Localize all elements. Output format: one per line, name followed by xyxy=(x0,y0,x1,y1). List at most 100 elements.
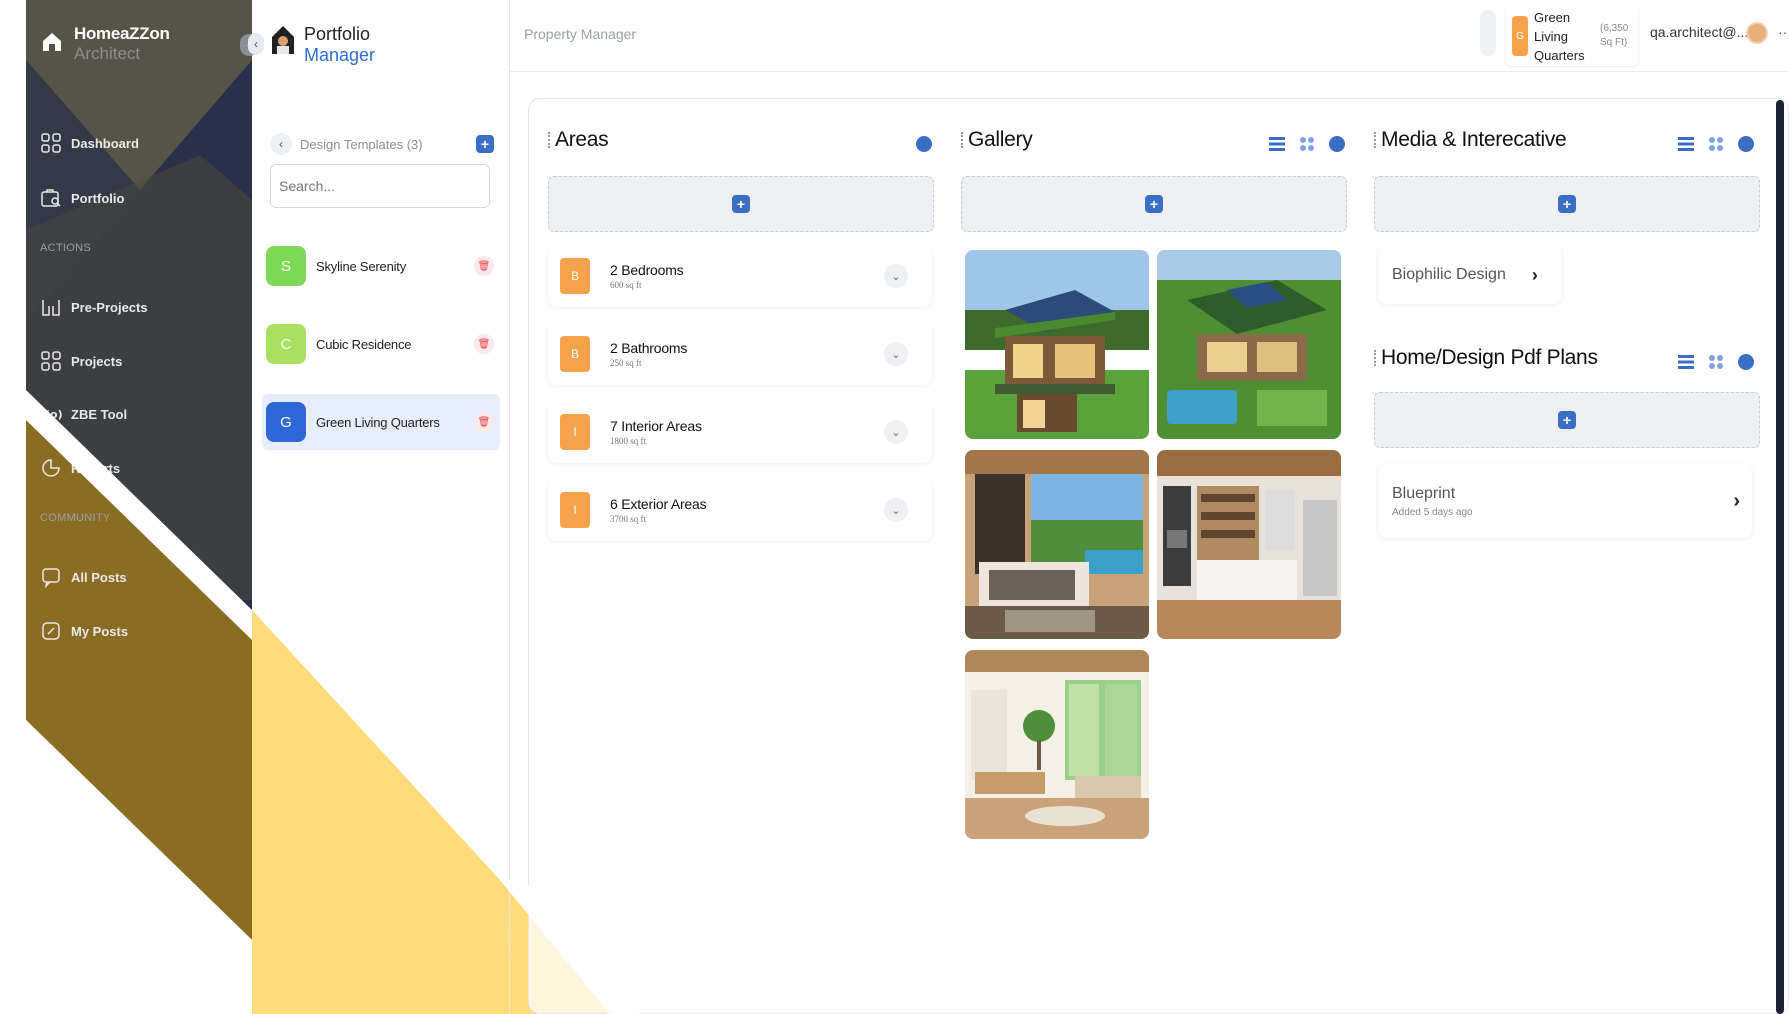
house-avatar-icon xyxy=(272,26,294,54)
plan-item-date: Added 5 days ago xyxy=(1392,506,1473,518)
chevron-down-icon[interactable]: ⌄ xyxy=(884,264,908,288)
gallery-image-living-room[interactable] xyxy=(965,650,1149,839)
delete-icon[interactable]: 🗑 xyxy=(474,256,494,276)
list-view-icon[interactable] xyxy=(1678,354,1694,370)
sidebar-item-all-posts[interactable]: All Posts xyxy=(40,566,127,588)
sidebar-item-projects[interactable]: Projects xyxy=(40,350,122,372)
brand-logo[interactable]: HomeaZZon Architect xyxy=(40,24,170,64)
plus-icon: + xyxy=(1558,195,1576,213)
broadcast-icon: ((o)) xyxy=(40,408,62,421)
sidebar: HomeaZZon Architect ‹ Dashboard Portfoli… xyxy=(26,0,258,1014)
add-plan-button[interactable]: + xyxy=(1374,392,1760,448)
media-tools xyxy=(1678,136,1754,152)
gallery-image-exterior[interactable] xyxy=(965,250,1149,439)
gallery-title: Gallery xyxy=(961,128,1033,152)
media-item-biophilic-design[interactable]: Biophilic Design › xyxy=(1378,246,1562,304)
media-heading: Media & Interecative xyxy=(1381,128,1567,151)
sidebar-item-my-posts[interactable]: My Posts xyxy=(40,620,128,642)
sidebar-item-label: Projects xyxy=(71,353,123,369)
panel-title: Portfolio xyxy=(304,24,371,44)
area-name: 6 Exterior Areas xyxy=(610,496,707,512)
plans-tools xyxy=(1678,354,1754,370)
section-label-actions: ACTIONS xyxy=(40,242,91,254)
gallery-heading: Gallery xyxy=(968,128,1033,151)
collapse-icon[interactable] xyxy=(916,136,932,152)
property-selector[interactable]: G Green Living Quarters (6,350 Sq Ft) xyxy=(1506,6,1638,66)
user-email[interactable]: qa.architect@... xyxy=(1650,24,1748,40)
template-name: Skyline Serenity xyxy=(316,258,407,274)
grid-view-icon[interactable] xyxy=(1299,136,1315,152)
area-card-exterior[interactable]: I 6 Exterior Areas 3700 sq ft ⌄ xyxy=(548,479,932,541)
living-room-image xyxy=(965,650,1149,839)
templates-panel: Portfolio Manager ‹ Design Templates (3)… xyxy=(252,0,510,1014)
avatar[interactable] xyxy=(1746,22,1768,44)
area-card-bedrooms[interactable]: B 2 Bedrooms 600 sq ft ⌄ xyxy=(548,245,932,307)
list-view-icon[interactable] xyxy=(1678,136,1694,152)
gallery-tools xyxy=(1269,136,1345,152)
sidebar-item-portfolio[interactable]: Portfolio xyxy=(40,187,124,209)
gallery-image-kitchen[interactable] xyxy=(1157,450,1341,639)
grid-icon xyxy=(41,133,61,153)
sidebar-item-label: Reports xyxy=(71,460,121,476)
more-menu-button[interactable]: ··· xyxy=(1778,24,1789,40)
plan-item-label: Blueprint xyxy=(1392,484,1456,502)
breadcrumb: Property Manager xyxy=(524,26,637,42)
plans-title: Home/Design Pdf Plans xyxy=(1374,346,1598,370)
plan-item-blueprint[interactable]: Blueprint Added 5 days ago › xyxy=(1378,464,1752,538)
add-template-button[interactable]: + xyxy=(476,135,494,153)
list-view-icon[interactable] xyxy=(1269,136,1285,152)
panel-collapse-button[interactable]: ‹ xyxy=(248,33,264,55)
areas-tools xyxy=(916,136,932,152)
area-card-interior[interactable]: I 7 Interior Areas 1800 sq ft ⌄ xyxy=(548,401,932,463)
chevron-down-icon[interactable]: ⌄ xyxy=(884,498,908,522)
collapse-icon[interactable] xyxy=(1738,354,1754,370)
svg-text:((o)): ((o)) xyxy=(40,408,62,421)
sidebar-item-label: ZBE Tool xyxy=(71,406,128,422)
delete-icon[interactable]: 🗑 xyxy=(474,334,494,354)
collapse-icon[interactable] xyxy=(1329,136,1345,152)
chevron-left-icon[interactable]: ‹ xyxy=(270,133,292,155)
chevron-down-icon[interactable]: ⌄ xyxy=(884,420,908,444)
bedroom-image xyxy=(965,450,1149,639)
drag-handle-icon[interactable] xyxy=(1374,132,1377,148)
media-title: Media & Interecative xyxy=(1374,128,1567,152)
drag-handle-icon[interactable] xyxy=(548,132,551,148)
grid-view-icon[interactable] xyxy=(1708,136,1724,152)
grid-view-icon[interactable] xyxy=(1708,354,1724,370)
design-templates-header: ‹ Design Templates (3) + xyxy=(270,133,494,155)
header-pill[interactable] xyxy=(1480,10,1496,56)
drag-handle-icon[interactable] xyxy=(961,132,964,148)
area-name: 2 Bedrooms xyxy=(610,262,684,278)
area-size: 600 sq ft xyxy=(610,280,642,290)
collapse-icon[interactable] xyxy=(1738,136,1754,152)
chevron-right-icon: › xyxy=(1531,264,1538,285)
sidebar-item-zbe-tool[interactable]: ((o)) ZBE Tool xyxy=(40,403,127,425)
delete-icon[interactable]: 🗑 xyxy=(474,412,494,432)
sidebar-item-label: Dashboard xyxy=(71,135,139,151)
edit-icon xyxy=(42,622,60,640)
scrollbar[interactable] xyxy=(1776,100,1784,1014)
drag-handle-icon[interactable] xyxy=(1374,350,1377,366)
template-name: Green Living Quarters xyxy=(316,414,440,430)
brand-role: Architect xyxy=(74,44,141,63)
search-input[interactable] xyxy=(270,164,490,208)
area-size: 3700 sq ft xyxy=(610,514,646,524)
chevron-down-icon[interactable]: ⌄ xyxy=(884,342,908,366)
sidebar-item-pre-projects[interactable]: Pre-Projects xyxy=(40,296,148,318)
gallery-image-bedroom[interactable] xyxy=(965,450,1149,639)
area-card-bathrooms[interactable]: B 2 Bathrooms 250 sq ft ⌄ xyxy=(548,323,932,385)
template-item-green-living-quarters[interactable]: G Green Living Quarters 🗑 xyxy=(262,394,500,450)
plus-icon: + xyxy=(1558,411,1576,429)
sidebar-item-dashboard[interactable]: Dashboard xyxy=(40,132,139,154)
plans-heading: Home/Design Pdf Plans xyxy=(1381,346,1598,369)
template-item-skyline-serenity[interactable]: S Skyline Serenity 🗑 xyxy=(262,238,500,294)
add-area-button[interactable]: + xyxy=(548,176,934,232)
sidebar-item-label: Portfolio xyxy=(71,190,125,206)
template-item-cubic-residence[interactable]: C Cubic Residence 🗑 xyxy=(262,316,500,372)
sidebar-item-reports[interactable]: Reports xyxy=(40,457,120,479)
add-media-button[interactable]: + xyxy=(1374,176,1760,232)
chevron-right-icon: › xyxy=(1733,489,1740,512)
area-size: 250 sq ft xyxy=(610,358,642,368)
gallery-image-aerial[interactable] xyxy=(1157,250,1341,439)
add-gallery-image-button[interactable]: + xyxy=(961,176,1347,232)
